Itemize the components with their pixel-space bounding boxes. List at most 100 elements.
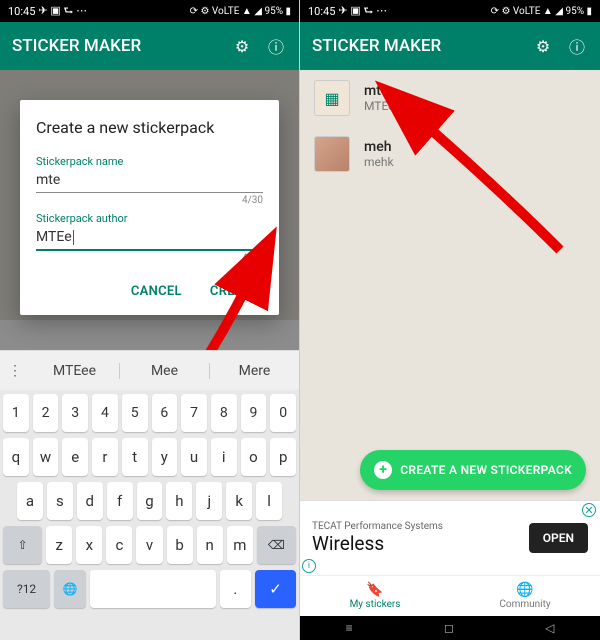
settings-icon[interactable]: ⚙	[231, 35, 253, 57]
keyboard-suggestions: ⋮ MTEee Mee Mere	[0, 350, 299, 390]
ad-advertiser: TECAT Performance Systems	[312, 521, 529, 532]
author-label: Stickerpack author	[36, 212, 263, 225]
key-symbols[interactable]: ?12	[3, 570, 50, 608]
home-icon[interactable]: ◻	[444, 621, 454, 635]
key-dot[interactable]: .	[220, 570, 251, 608]
key-i[interactable]: i	[211, 438, 237, 476]
recent-icon[interactable]: ≡	[346, 621, 353, 635]
dialog-title: Create a new stickerpack	[36, 118, 263, 137]
key-y[interactable]: y	[152, 438, 178, 476]
status-bar: 10:45 ✈ ▣ ⮑ ⋯ ⟳ ⚙ VoLTE ▲ ◢ 95% ▮	[300, 0, 600, 22]
status-icons-left: ✈ ▣ ⮑ ⋯	[338, 2, 387, 21]
status-icons-right: ⟳ ⚙ VoLTE ▲ ◢ 95% ▮	[190, 6, 291, 17]
key-3[interactable]: 3	[62, 394, 88, 432]
tab-community[interactable]: 🌐 Community	[450, 576, 600, 616]
key-o[interactable]: o	[241, 438, 267, 476]
ad-info-icon[interactable]: i	[302, 559, 316, 573]
list-item[interactable]: ▦ mte MTEe	[300, 70, 600, 126]
text-cursor	[73, 230, 74, 245]
key-shift[interactable]: ⇧	[3, 526, 42, 564]
key-m[interactable]: m	[227, 526, 253, 564]
key-e[interactable]: e	[62, 438, 88, 476]
create-stickerpack-dialog: Create a new stickerpack Stickerpack nam…	[20, 100, 279, 315]
key-lang[interactable]: 🌐	[54, 570, 85, 608]
stickerpack-thumb-icon: ▦	[314, 80, 350, 116]
name-label: Stickerpack name	[36, 155, 263, 168]
key-v[interactable]: v	[136, 526, 162, 564]
key-p[interactable]: p	[270, 438, 296, 476]
stickerpack-author-input[interactable]: MTEe	[36, 225, 263, 251]
status-bar: 10:45 ✈ ▣ ⮑ ⋯ ⟳ ⚙ VoLTE ▲ ◢ 95% ▮	[0, 0, 299, 22]
globe-icon: 🌐	[516, 582, 533, 598]
key-1[interactable]: 1	[3, 394, 29, 432]
key-backspace[interactable]: ⌫	[257, 526, 296, 564]
ad-title: Wireless	[312, 532, 529, 555]
settings-icon[interactable]: ⚙	[532, 35, 554, 57]
stickerpack-name-input[interactable]	[36, 168, 263, 193]
key-n[interactable]: n	[197, 526, 223, 564]
phone-left: 10:45 ✈ ▣ ⮑ ⋯ ⟳ ⚙ VoLTE ▲ ◢ 95% ▮ STICKE…	[0, 0, 300, 640]
plus-icon: +	[374, 461, 392, 479]
key-4[interactable]: 4	[92, 394, 118, 432]
app-bar: STICKER MAKER ⚙ ⓘ	[0, 22, 299, 70]
key-5[interactable]: 5	[122, 394, 148, 432]
suggestion-1[interactable]: MTEee	[30, 363, 120, 379]
key-h[interactable]: h	[166, 482, 192, 520]
create-button[interactable]: CREATE	[206, 278, 263, 305]
status-icons-right: ⟳ ⚙ VoLTE ▲ ◢ 95% ▮	[491, 6, 592, 17]
phone-right: 10:45 ✈ ▣ ⮑ ⋯ ⟳ ⚙ VoLTE ▲ ◢ 95% ▮ STICKE…	[300, 0, 600, 640]
key-8[interactable]: 8	[211, 394, 237, 432]
key-space[interactable]	[90, 570, 216, 608]
stickerpack-list: ▦ mte MTEe meh mehk	[300, 70, 600, 500]
key-u[interactable]: u	[181, 438, 207, 476]
key-b[interactable]: b	[167, 526, 193, 564]
status-icons-left: ✈ ▣ ⮑ ⋯	[38, 2, 87, 21]
key-a[interactable]: a	[17, 482, 43, 520]
author-counter: 4/30	[36, 253, 263, 264]
item-title: mte	[364, 83, 395, 99]
key-2[interactable]: 2	[33, 394, 59, 432]
tab-my-stickers[interactable]: 🔖 My stickers	[300, 576, 450, 616]
item-title: meh	[364, 139, 394, 155]
status-time: 10:45	[8, 5, 35, 18]
key-w[interactable]: w	[33, 438, 59, 476]
key-6[interactable]: 6	[152, 394, 178, 432]
status-time: 10:45	[308, 5, 335, 18]
key-z[interactable]: z	[46, 526, 72, 564]
key-x[interactable]: x	[76, 526, 102, 564]
app-bar: STICKER MAKER ⚙ ⓘ	[300, 22, 600, 70]
key-k[interactable]: k	[226, 482, 252, 520]
key-d[interactable]: d	[77, 482, 103, 520]
item-subtitle: MTEe	[364, 99, 395, 113]
expand-icon[interactable]: ⋮	[0, 363, 30, 379]
bookmark-icon: 🔖	[366, 582, 383, 598]
app-title: STICKER MAKER	[312, 36, 520, 56]
key-f[interactable]: f	[107, 482, 133, 520]
bottom-tabs: 🔖 My stickers 🌐 Community	[300, 575, 600, 616]
key-l[interactable]: l	[256, 482, 282, 520]
suggestion-3[interactable]: Mere	[210, 363, 299, 379]
cancel-button[interactable]: CANCEL	[127, 278, 186, 305]
ad-open-button[interactable]: OPEN	[529, 523, 588, 553]
key-s[interactable]: s	[47, 482, 73, 520]
key-enter[interactable]: ✓	[255, 570, 296, 608]
key-c[interactable]: c	[106, 526, 132, 564]
ad-banner[interactable]: TECAT Performance Systems Wireless OPEN …	[300, 500, 600, 575]
key-7[interactable]: 7	[181, 394, 207, 432]
list-item[interactable]: meh mehk	[300, 126, 600, 182]
fab-label: CREATE A NEW STICKERPACK	[400, 463, 572, 477]
key-9[interactable]: 9	[241, 394, 267, 432]
create-stickerpack-fab[interactable]: + CREATE A NEW STICKERPACK	[360, 450, 586, 490]
key-j[interactable]: j	[196, 482, 222, 520]
info-icon[interactable]: ⓘ	[566, 35, 588, 57]
suggestion-2[interactable]: Mee	[120, 363, 210, 379]
app-title: STICKER MAKER	[12, 36, 219, 56]
key-r[interactable]: r	[92, 438, 118, 476]
key-g[interactable]: g	[137, 482, 163, 520]
key-t[interactable]: t	[122, 438, 148, 476]
key-0[interactable]: 0	[270, 394, 296, 432]
key-q[interactable]: q	[3, 438, 29, 476]
ad-close-icon[interactable]: ✕	[582, 503, 596, 517]
info-icon[interactable]: ⓘ	[265, 35, 287, 57]
back-icon[interactable]: ◁	[545, 621, 554, 635]
